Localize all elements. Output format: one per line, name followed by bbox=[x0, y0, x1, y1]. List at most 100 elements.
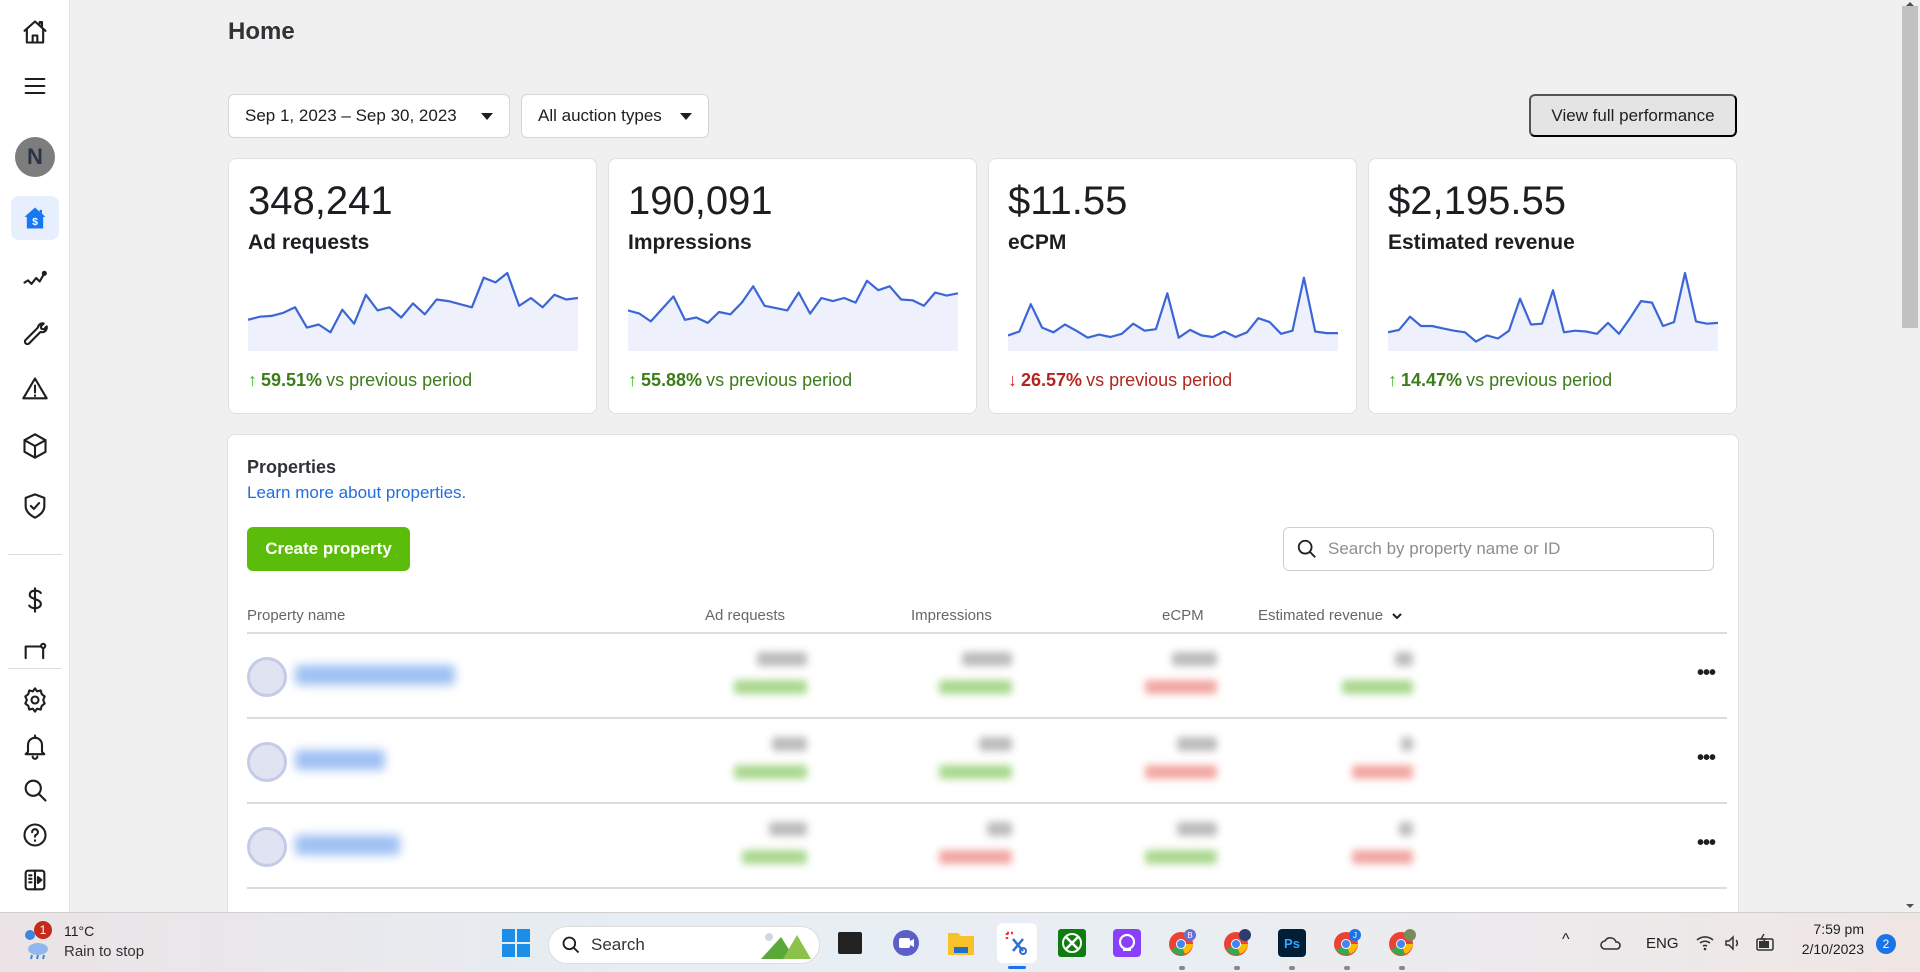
property-search[interactable] bbox=[1283, 527, 1714, 571]
more-options-button[interactable]: ••• bbox=[1697, 748, 1716, 768]
taskbar-app-file-explorer[interactable] bbox=[941, 923, 981, 963]
sidebar-item-brand-safety[interactable] bbox=[11, 484, 59, 528]
clock[interactable]: 7:59 pm 2/10/2023 bbox=[1790, 921, 1864, 957]
date-range-dropdown[interactable]: Sep 1, 2023 – Sep 30, 2023 bbox=[228, 94, 510, 138]
taskbar-app-photoshop[interactable]: Ps bbox=[1272, 923, 1312, 970]
sidebar-item-monetization-home[interactable]: $ bbox=[11, 196, 59, 240]
kpi-change-percent: 59.51% bbox=[261, 370, 323, 390]
task-view-icon bbox=[838, 932, 862, 954]
onedrive-cloud-icon[interactable] bbox=[1600, 935, 1622, 951]
folder-icon bbox=[948, 933, 974, 955]
sidebar-item-account[interactable]: N bbox=[11, 135, 59, 179]
running-indicator bbox=[1179, 966, 1185, 970]
svg-text:B: B bbox=[1187, 931, 1192, 940]
property-icon bbox=[247, 742, 287, 782]
auction-type-value: All auction types bbox=[538, 106, 662, 125]
taskbar-app-chrome-profile-other[interactable] bbox=[1382, 923, 1422, 970]
ad-requests-redacted bbox=[769, 822, 807, 836]
table-row[interactable]: ••• bbox=[247, 634, 1727, 719]
auction-type-dropdown[interactable]: All auction types bbox=[521, 94, 709, 138]
show-hidden-icons-chevron-up-icon[interactable]: ^ bbox=[1562, 931, 1570, 949]
property-search-input[interactable] bbox=[1328, 539, 1688, 559]
scroll-down-arrow-icon[interactable] bbox=[1900, 902, 1920, 910]
notification-count-badge[interactable]: 2 bbox=[1876, 934, 1896, 954]
column-header-ecpm[interactable]: eCPM bbox=[1162, 607, 1204, 624]
sidebar-divider bbox=[8, 554, 62, 555]
column-header-ad-requests[interactable]: Ad requests bbox=[705, 607, 785, 624]
sidebar-item-search[interactable] bbox=[11, 768, 59, 812]
ecpm-change-redacted bbox=[1145, 765, 1217, 779]
sparkline-chart bbox=[628, 279, 958, 351]
running-indicator bbox=[1234, 966, 1240, 970]
caret-down-icon bbox=[680, 112, 692, 120]
property-name-redacted[interactable] bbox=[295, 750, 385, 770]
sidebar-item-payouts[interactable] bbox=[11, 578, 59, 622]
running-indicator bbox=[1344, 966, 1350, 970]
taskbar-app-snipping-tool[interactable] bbox=[997, 923, 1037, 969]
sidebar-item-alerts[interactable] bbox=[11, 367, 59, 411]
kpi-card-ecpm[interactable]: $11.55 eCPM ↓ 26.57% vs previous period bbox=[988, 158, 1357, 414]
taskbar-app-chrome-profile-photo[interactable] bbox=[1217, 923, 1257, 970]
taskbar-app-chrome-profile-j[interactable]: J bbox=[1327, 923, 1367, 970]
properties-title: Properties bbox=[247, 457, 337, 477]
weather-widget[interactable]: 1 11°C Rain to stop bbox=[20, 921, 150, 965]
table-row[interactable]: ••• bbox=[247, 804, 1727, 889]
kpi-change: ↑ 59.51% vs previous period bbox=[248, 370, 472, 391]
kpi-card-estimated-revenue[interactable]: $2,195.55 Estimated revenue ↑ 14.47% vs … bbox=[1368, 158, 1737, 414]
sparkline-chart bbox=[248, 271, 578, 351]
kpi-card-ad-requests[interactable]: 348,241 Ad requests ↑ 59.51% vs previous… bbox=[228, 158, 597, 414]
sidebar-item-menu[interactable] bbox=[11, 64, 59, 108]
shield-check-icon bbox=[24, 493, 46, 519]
taskbar-app-task-view[interactable] bbox=[830, 923, 870, 963]
taskbar-app-chrome-profile-b[interactable]: B bbox=[1162, 923, 1202, 970]
column-header-property-name[interactable]: Property name bbox=[247, 607, 345, 624]
chrome-icon: B bbox=[1169, 929, 1196, 956]
taskbar-app-proton[interactable] bbox=[1107, 923, 1147, 963]
sidebar-item-settings[interactable] bbox=[11, 678, 59, 722]
more-options-button[interactable]: ••• bbox=[1697, 663, 1716, 683]
learn-more-link[interactable]: Learn more about properties. bbox=[247, 483, 466, 503]
chrome-icon bbox=[1224, 929, 1251, 956]
revenue-change-redacted bbox=[1352, 850, 1413, 864]
property-name-redacted[interactable] bbox=[295, 665, 455, 685]
sidebar-item-integration[interactable] bbox=[11, 312, 59, 356]
column-header-impressions[interactable]: Impressions bbox=[911, 607, 992, 624]
start-button[interactable] bbox=[496, 923, 536, 963]
create-property-button[interactable]: Create property bbox=[247, 527, 410, 571]
scrollbar-thumb[interactable] bbox=[1902, 6, 1918, 328]
vertical-scrollbar[interactable] bbox=[1900, 0, 1920, 912]
volume-icon[interactable] bbox=[1723, 934, 1743, 952]
sidebar-item-products[interactable] bbox=[11, 424, 59, 468]
sidebar: N $ bbox=[0, 0, 70, 912]
sidebar-item-performance[interactable] bbox=[11, 256, 59, 300]
kpi-card-impressions[interactable]: 190,091 Impressions ↑ 55.88% vs previous… bbox=[608, 158, 977, 414]
view-full-performance-button[interactable]: View full performance bbox=[1529, 94, 1737, 137]
sidebar-item-collapse[interactable] bbox=[11, 858, 59, 902]
kpi-label: Ad requests bbox=[248, 231, 370, 254]
sidebar-item-home[interactable] bbox=[11, 10, 59, 54]
table-row[interactable] bbox=[247, 889, 1727, 912]
impressions-change-redacted bbox=[939, 765, 1012, 779]
kpi-change-percent: 26.57% bbox=[1021, 370, 1083, 390]
column-header-label: Estimated revenue bbox=[1258, 607, 1384, 624]
taskbar-search[interactable]: Search bbox=[548, 926, 820, 964]
date-range-value: Sep 1, 2023 – Sep 30, 2023 bbox=[245, 106, 457, 125]
taskbar-app-meet[interactable] bbox=[886, 923, 926, 963]
taskbar-app-xbox[interactable] bbox=[1052, 923, 1092, 963]
more-options-button[interactable]: ••• bbox=[1697, 833, 1716, 853]
column-header-estimated-revenue[interactable]: Estimated revenue bbox=[1258, 607, 1403, 624]
snipping-tool-icon bbox=[1005, 931, 1027, 955]
ecpm-redacted bbox=[1177, 737, 1217, 751]
weather-alert-badge: 1 bbox=[34, 921, 52, 939]
kpi-change-suffix: vs previous period bbox=[1466, 370, 1613, 390]
language-indicator[interactable]: ENG bbox=[1646, 935, 1679, 952]
table-row[interactable]: ••• bbox=[247, 719, 1727, 804]
battery-charging-icon[interactable] bbox=[1754, 933, 1776, 953]
sidebar-item-notifications[interactable] bbox=[11, 724, 59, 768]
wifi-icon[interactable] bbox=[1695, 934, 1715, 952]
caret-down-icon bbox=[481, 112, 493, 120]
monetization-home-icon: $ bbox=[24, 207, 46, 229]
sidebar-item-help[interactable] bbox=[11, 813, 59, 857]
sidebar-item-business[interactable] bbox=[11, 628, 59, 672]
property-name-redacted[interactable] bbox=[295, 835, 400, 855]
